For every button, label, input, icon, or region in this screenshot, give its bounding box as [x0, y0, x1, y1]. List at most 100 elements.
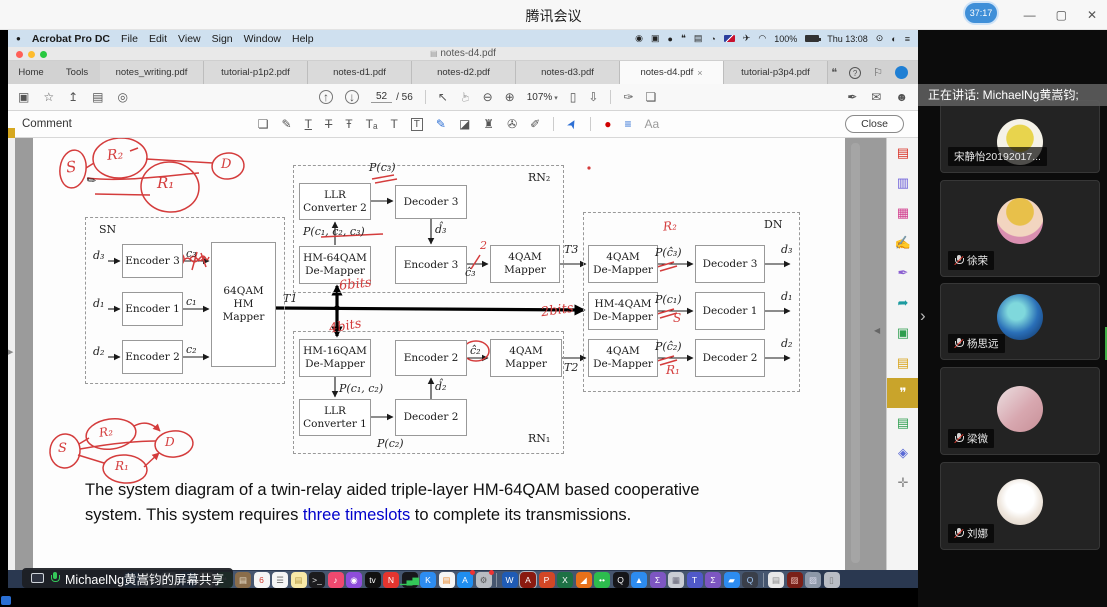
replace-text-icon[interactable]: Ŧ [345, 117, 352, 131]
tab-tutorial-p3p4-pdf[interactable]: tutorial-p3p4.pdf [724, 61, 828, 84]
dock-stocks-icon[interactable]: ▁▄▆ [402, 572, 418, 588]
clipboard-icon[interactable]: ▤ [694, 33, 703, 44]
share-upload-icon[interactable]: ↥ [68, 90, 78, 104]
menubar-app-name[interactable]: Acrobat Pro DC [32, 33, 110, 45]
text-style-icon[interactable]: Aa [645, 117, 660, 131]
dock-adobe-folder-icon[interactable]: ▨ [787, 572, 803, 588]
page-up-icon[interactable]: ↑ [319, 90, 333, 104]
zoom-out-icon[interactable]: ⊖ [483, 90, 493, 104]
eraser-icon[interactable]: ◪ [459, 117, 470, 131]
collapse-panel-icon[interactable]: › [920, 306, 926, 326]
print-icon[interactable]: ▤ [92, 90, 103, 104]
dock-emacs-icon[interactable]: Σ [650, 572, 666, 588]
color-swatch-icon[interactable]: ● [604, 117, 611, 131]
dock-pages-icon[interactable]: ▤ [439, 572, 455, 588]
pen-tool-icon[interactable]: ✑ [623, 90, 633, 104]
tool-combine-files[interactable]: ▣ [887, 318, 918, 348]
page-down-icon[interactable]: ↓ [345, 90, 359, 104]
participant-tile[interactable]: 宋静怡20192017... [940, 100, 1100, 173]
share-people-icon[interactable]: ☻ [895, 90, 908, 104]
insert-text-icon[interactable]: Tₐ [366, 117, 378, 131]
attach-icon[interactable]: ✇ [507, 117, 517, 131]
expand-nav-icon[interactable]: ▶ [8, 348, 13, 356]
dock-keynote-icon[interactable]: K [420, 572, 436, 588]
apple-menu-icon[interactable]: ● [16, 34, 21, 43]
star-icon[interactable]: ☆ [43, 90, 54, 104]
tool-export-pdf[interactable]: ▥ [887, 168, 918, 198]
help-icon[interactable]: ? [849, 67, 861, 79]
dock-acrobat-icon[interactable]: A [520, 572, 536, 588]
account-avatar[interactable] [895, 66, 908, 79]
dock-terminal-icon[interactable]: >_ [309, 572, 325, 588]
dock-downloads-folder-icon[interactable]: ▨ [805, 572, 821, 588]
tool-comment[interactable]: ❞ [887, 378, 918, 408]
tab-tools[interactable]: Tools [54, 61, 100, 84]
dock-calendar-icon[interactable]: 6 [254, 572, 270, 588]
bell-icon[interactable]: ⚐ [873, 66, 883, 79]
tab-notes-d3-pdf[interactable]: notes-d3.pdf [516, 61, 620, 84]
spotlight-icon[interactable]: ⊙ [876, 33, 884, 44]
dock-app-store-icon[interactable]: A [457, 572, 473, 588]
menubar-clock[interactable]: Thu 13:08 [827, 34, 868, 44]
participant-tile[interactable]: 刘娜 [940, 462, 1100, 550]
menu-window[interactable]: Window [244, 33, 281, 45]
tool-print-production[interactable]: ▤ [887, 408, 918, 438]
dock-wechat-icon[interactable]: •• [594, 572, 610, 588]
page-number-input[interactable]: 52 [371, 91, 392, 103]
tool-more-tools[interactable]: ✛ [887, 468, 918, 498]
dock-screenshot-icon[interactable]: ▦ [668, 572, 684, 588]
menu-view[interactable]: View [178, 33, 201, 45]
dock-zoom-icon[interactable]: ▰ [724, 572, 740, 588]
dock-quicktime-icon[interactable]: Q [742, 572, 758, 588]
add-text-icon[interactable]: T [390, 117, 397, 131]
send-mail-icon[interactable]: ✉ [871, 90, 881, 104]
notification-center-icon[interactable]: ≡ [905, 34, 910, 44]
airplay-icon[interactable]: ✈ [743, 33, 751, 44]
fit-page-icon[interactable]: ▯ [570, 90, 577, 104]
dock-tv-icon[interactable]: tv [365, 572, 381, 588]
menu-file[interactable]: File [121, 33, 138, 45]
tab-notes-writing-pdf[interactable]: notes_writing.pdf [100, 61, 204, 84]
wifi-icon[interactable]: ◠ [758, 33, 766, 44]
comment-panel-icon[interactable]: ❝ [831, 66, 837, 79]
dock-powerpoint-icon[interactable]: P [539, 572, 555, 588]
keep-tool-pin-icon[interactable]: ➤ [564, 116, 581, 132]
close-button[interactable]: ✕ [1087, 8, 1097, 22]
line-weight-icon[interactable]: ≡ [625, 117, 632, 131]
zoom-in-icon[interactable]: ⊕ [505, 90, 515, 104]
save-icon[interactable]: ▣ [18, 90, 29, 104]
tool-fill-sign[interactable]: ✍ [887, 228, 918, 258]
collapse-tools-panel-icon[interactable]: ◀ [874, 326, 880, 335]
search-icon[interactable]: ◎ [118, 90, 128, 104]
dock-qq-icon[interactable]: Q [613, 572, 629, 588]
drawing-tools-icon[interactable]: ✐ [530, 117, 540, 131]
dock-teams-icon[interactable]: T [687, 572, 703, 588]
fill-sign-icon[interactable]: ✒ [847, 90, 857, 104]
dock-reminders-icon[interactable]: ☰ [272, 572, 288, 588]
draw-pen-icon[interactable]: ✎ [436, 117, 446, 131]
dock-emacs-2-icon[interactable]: Σ [705, 572, 721, 588]
tool-edit-pdf[interactable]: ▤ [887, 348, 918, 378]
taskbar-app-icon[interactable] [1, 596, 11, 605]
tool-protect[interactable]: ◈ [887, 438, 918, 468]
text-box-icon[interactable]: T [411, 118, 423, 131]
dock-news-icon[interactable]: N [383, 572, 399, 588]
restore-button[interactable]: ▢ [1056, 8, 1067, 22]
highlight-text-icon[interactable]: ✎ [282, 117, 292, 131]
tab-tutorial-p1p2-pdf[interactable]: tutorial-p1p2.pdf [204, 61, 308, 84]
hand-tool-icon[interactable]: ☞ [458, 92, 472, 103]
participant-tile[interactable]: 杨思远 [940, 283, 1100, 360]
tab-notes-d1-pdf[interactable]: notes-d1.pdf [308, 61, 412, 84]
fit-width-icon[interactable]: ⇩ [588, 90, 598, 104]
dock-notes-icon[interactable]: ▤ [291, 572, 307, 588]
strikethrough-text-icon[interactable]: T [325, 117, 332, 131]
menu-sign[interactable]: Sign [212, 33, 233, 45]
select-tool-icon[interactable]: ↖ [438, 90, 448, 104]
menu-help[interactable]: Help [292, 33, 314, 45]
underline-text-icon[interactable]: T [305, 117, 312, 131]
tab-home[interactable]: Home [8, 61, 54, 84]
chat-icon[interactable]: ❝ [681, 33, 686, 44]
dock-trash-icon[interactable]: ▯ [824, 572, 840, 588]
dock-matlab-icon[interactable]: ◢ [576, 572, 592, 588]
participant-tile[interactable]: 徐荣 [940, 180, 1100, 277]
